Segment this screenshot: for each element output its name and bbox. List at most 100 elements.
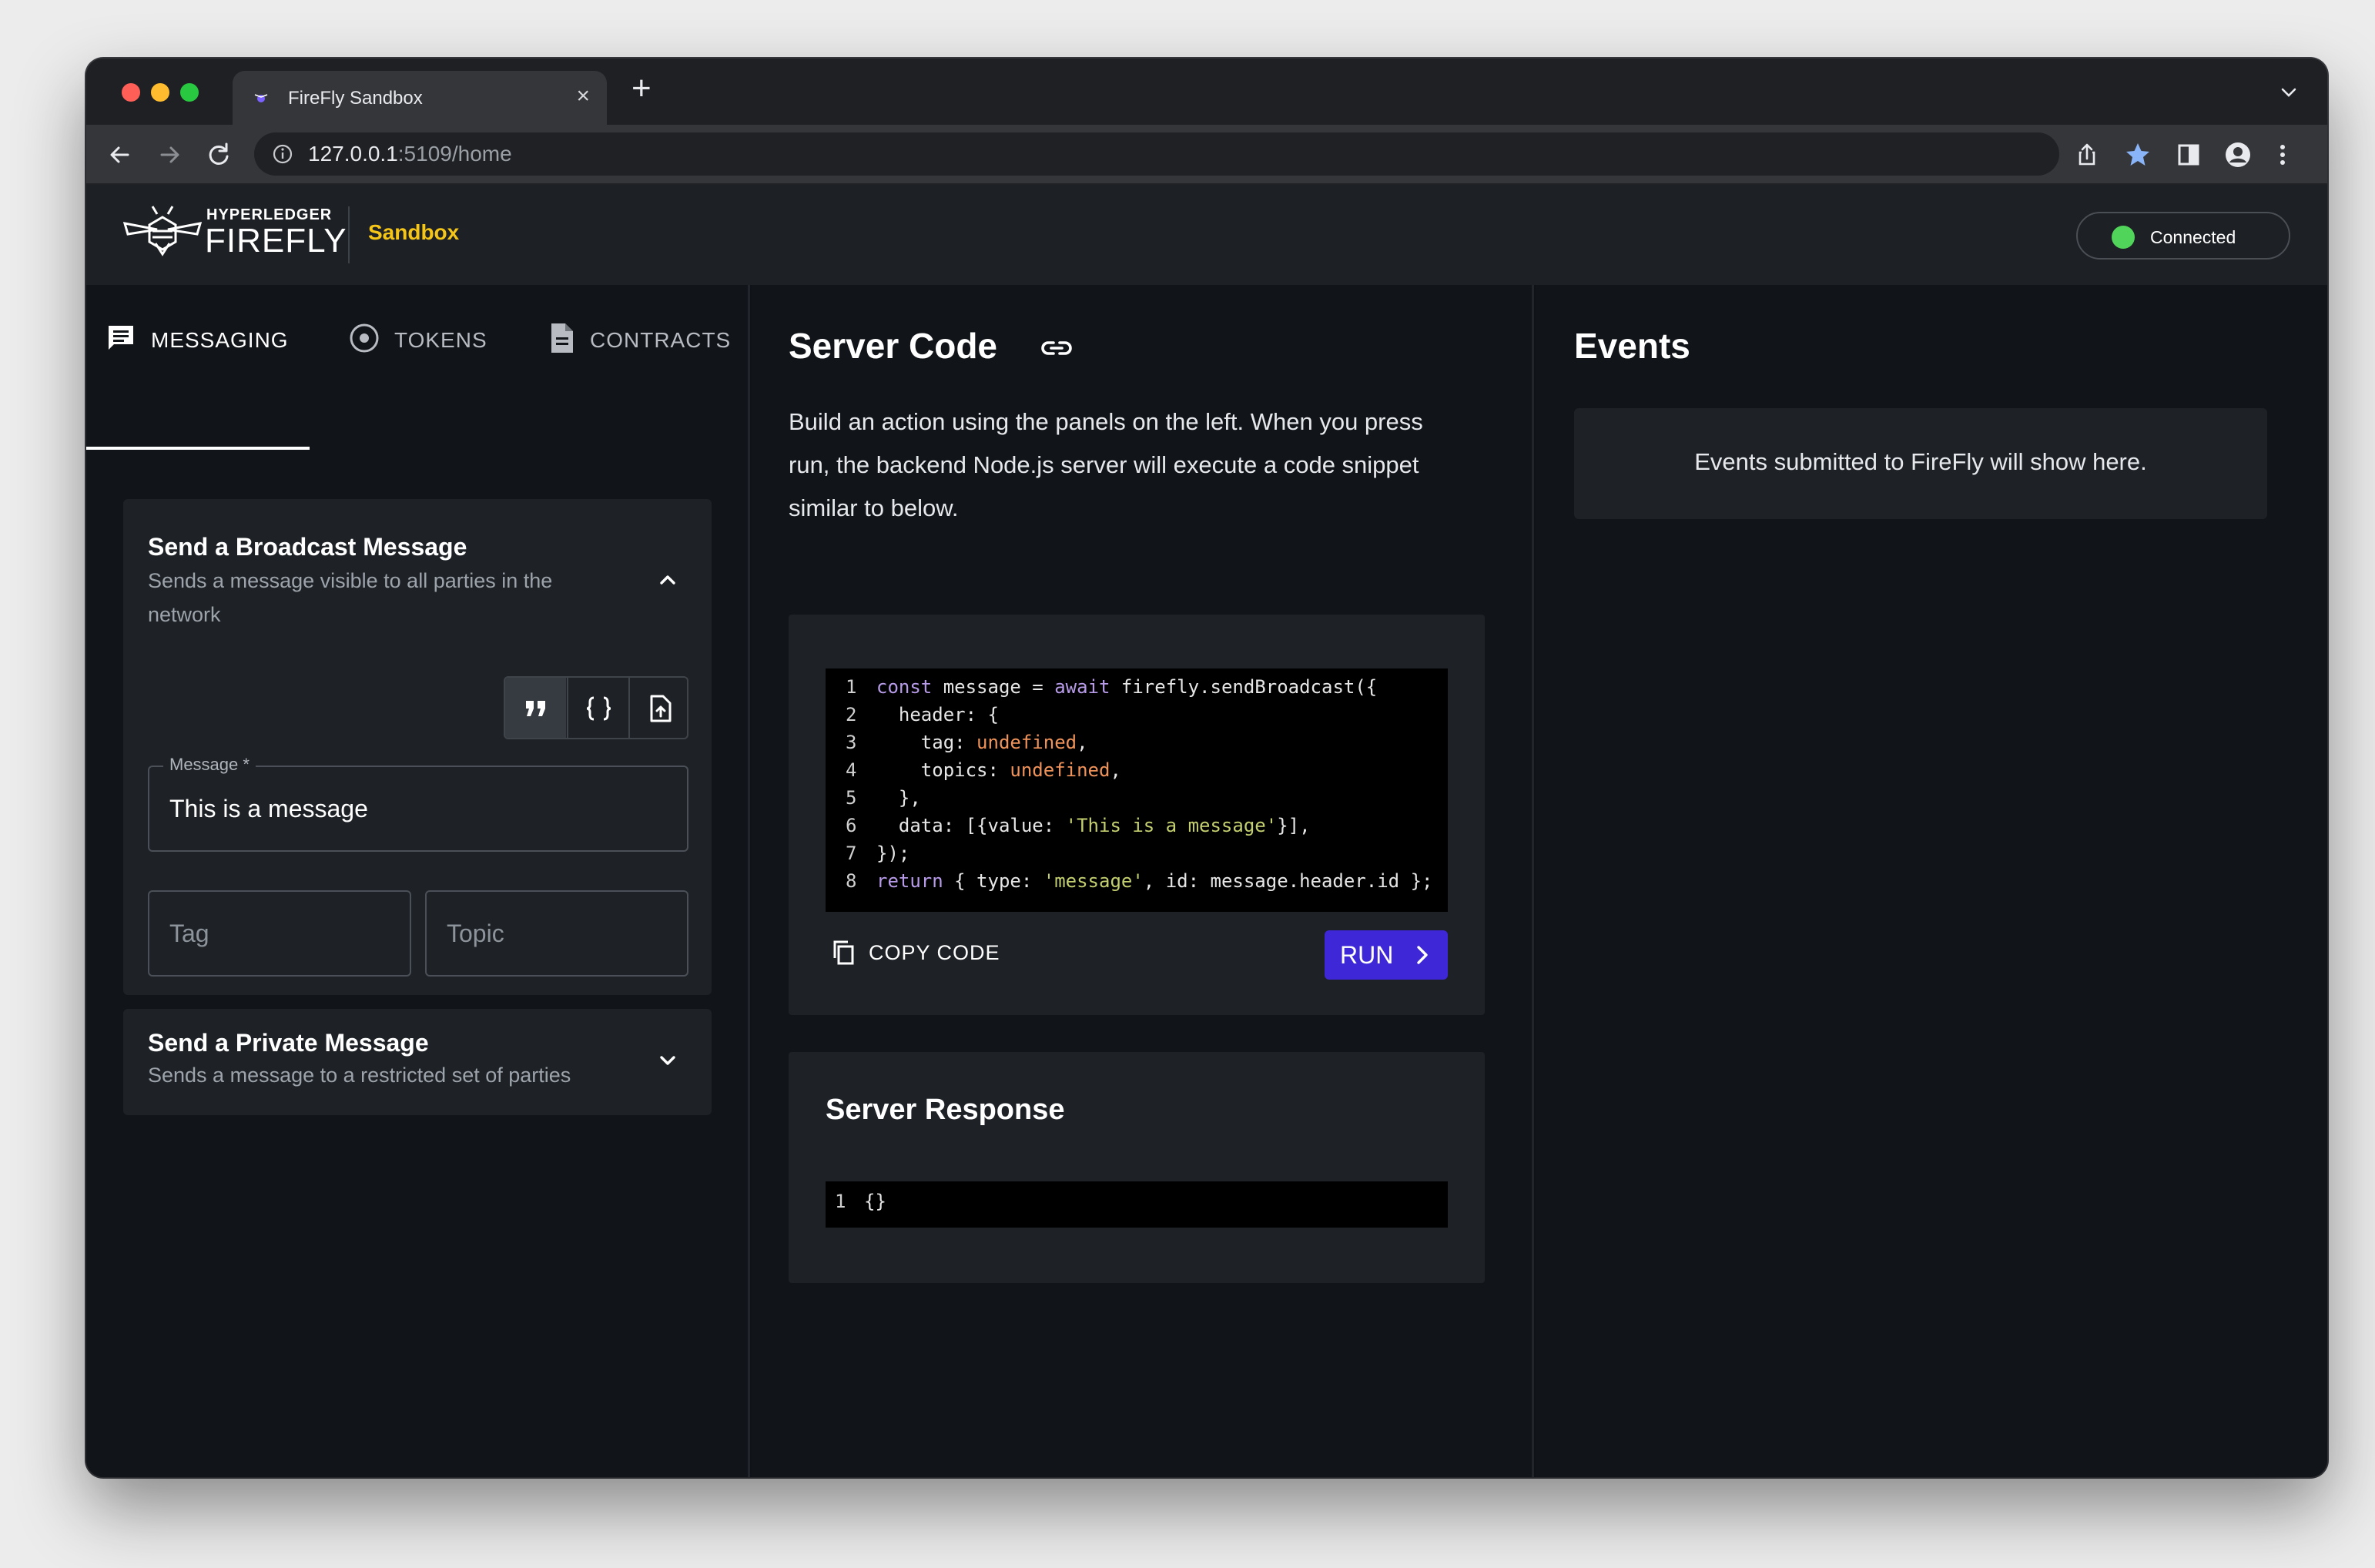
private-title: Send a Private Message: [148, 1029, 429, 1057]
tab-search-chevron-icon[interactable]: [2278, 82, 2300, 103]
document-icon: [551, 323, 573, 353]
reload-icon[interactable]: [203, 139, 234, 170]
close-window-button[interactable]: [122, 83, 140, 102]
line-number: 2: [846, 704, 857, 725]
private-message-card[interactable]: Send a Private Message Sends a message t…: [123, 1009, 712, 1115]
code-editor: 1 const message = await firefly.sendBroad…: [826, 668, 1448, 912]
description-line-1: Build an action using the panels on the …: [789, 408, 1423, 435]
topic-field[interactable]: Topic: [425, 890, 688, 977]
tag-placeholder: Tag: [169, 920, 209, 947]
browser-tab-strip: FireFly Sandbox × +: [86, 59, 2327, 125]
connected-indicator-icon: [2112, 226, 2135, 249]
maximize-window-button[interactable]: [180, 83, 199, 102]
tab-messaging[interactable]: MESSAGING: [105, 320, 313, 359]
address-bar[interactable]: 127.0.0.1:5109/home: [254, 132, 2059, 176]
site-info-icon[interactable]: [271, 142, 294, 166]
line-number: 1: [846, 676, 857, 698]
server-response-output: 1 {}: [826, 1181, 1448, 1228]
code-line: 2 header: {: [826, 704, 1448, 732]
server-code-description: Build an action using the panels on the …: [789, 400, 1497, 530]
connection-status-chip[interactable]: Connected: [2076, 212, 2290, 260]
side-panel-icon[interactable]: [2173, 139, 2204, 170]
line-number: 4: [846, 759, 857, 781]
code-text: },: [876, 787, 921, 809]
copy-icon: [833, 940, 854, 965]
message-field[interactable]: Message * This is a message: [148, 755, 688, 852]
code-line: 7});: [826, 843, 1448, 870]
server-response-title: Server Response: [826, 1094, 1065, 1126]
code-text: return { type: 'message', id: message.he…: [876, 870, 1433, 892]
file-upload-mode-button[interactable]: [628, 678, 687, 738]
chevron-down-icon[interactable]: [655, 1047, 681, 1074]
events-panel: Events Events submitted to FireFly will …: [1536, 285, 2327, 1477]
product-name: Sandbox: [368, 220, 460, 244]
code-text: topics: undefined,: [876, 759, 1121, 781]
browser-menu-icon[interactable]: [2267, 139, 2298, 170]
description-line-3: similar to below.: [789, 494, 959, 521]
main-content: MESSAGING TOKENS CONTRACTS Send a Broadc…: [86, 285, 2327, 1477]
profile-avatar-icon[interactable]: [2223, 139, 2253, 170]
app-header: HYPERLEDGER FIREFLY Sandbox Connected: [86, 185, 2327, 285]
tab-contracts-label: CONTRACTS: [590, 328, 732, 352]
json-mode-button[interactable]: [567, 678, 628, 738]
share-icon[interactable]: [2072, 139, 2102, 170]
code-text: header: {: [876, 704, 999, 725]
link-icon[interactable]: [1038, 330, 1075, 367]
events-title: Events: [1574, 326, 1690, 366]
code-line: 6 data: [{value: 'This is a message'}],: [826, 815, 1448, 843]
code-line: 8 return { type: 'message', id: message.h…: [826, 870, 1448, 898]
run-label: RUN: [1340, 941, 1394, 969]
forward-arrow-icon[interactable]: [154, 139, 185, 170]
private-subtitle: Sends a message to a restricted set of p…: [148, 1064, 571, 1087]
line-number: 8: [846, 870, 857, 892]
tag-field[interactable]: Tag: [148, 890, 411, 977]
brand-firefly: FIREFLY: [205, 222, 347, 260]
line-number: 5: [846, 787, 857, 809]
server-response-card: Server Response 1 {}: [789, 1052, 1485, 1283]
browser-toolbar: 127.0.0.1:5109/home: [86, 125, 2327, 185]
run-button[interactable]: RUN: [1325, 930, 1448, 980]
minimize-window-button[interactable]: [151, 83, 169, 102]
broadcast-subtitle-line2: network: [148, 603, 221, 626]
chevron-up-icon[interactable]: [655, 567, 681, 593]
browser-window: FireFly Sandbox × + 127.0.0.1:5109/home: [86, 59, 2327, 1477]
broadcast-subtitle-line1: Sends a message visible to all parties i…: [148, 569, 553, 592]
tab-tokens-label: TOKENS: [394, 328, 487, 352]
tab-contracts[interactable]: CONTRACTS: [545, 320, 738, 359]
firefly-logo-icon[interactable]: [122, 203, 203, 268]
message-field-label: Message *: [163, 755, 256, 775]
browser-tab-active[interactable]: FireFly Sandbox ×: [233, 71, 607, 125]
quote-icon: [526, 701, 545, 716]
url-host: 127.0.0.1: [308, 142, 398, 166]
close-tab-icon[interactable]: ×: [576, 83, 590, 109]
file-upload-icon: [650, 695, 672, 722]
chevron-right-icon: [1417, 946, 1428, 964]
message-icon: [109, 326, 133, 350]
line-number: 7: [846, 843, 857, 864]
token-icon: [350, 323, 379, 353]
copy-code-button[interactable]: COPY CODE: [829, 938, 1000, 973]
tab-tokens[interactable]: TOKENS: [348, 320, 518, 359]
message-input-value[interactable]: This is a message: [169, 795, 368, 823]
firefly-favicon-icon: [254, 94, 268, 102]
text-mode-button[interactable]: [505, 678, 566, 738]
code-text: data: [{value: 'This is a message'}],: [876, 815, 1311, 836]
broadcast-message-card: Send a Broadcast Message Sends a message…: [123, 499, 712, 995]
line-number: 6: [846, 815, 857, 836]
input-mode-toggle-group: [504, 676, 688, 739]
connection-status-label: Connected: [2150, 227, 2236, 247]
back-arrow-icon[interactable]: [105, 139, 136, 170]
code-line: 1 {}: [826, 1191, 1448, 1218]
curly-braces-icon: [586, 696, 611, 721]
code-line: 5 },: [826, 787, 1448, 815]
brand-divider: [348, 206, 350, 263]
topic-placeholder: Topic: [447, 920, 504, 947]
browser-tab-title: FireFly Sandbox: [288, 88, 423, 109]
line-number: 1: [835, 1191, 846, 1212]
code-line: 1 const message = await firefly.sendBroad…: [826, 676, 1448, 704]
bookmark-star-icon[interactable]: [2122, 139, 2153, 170]
events-empty-message: Events submitted to FireFly will show he…: [1694, 448, 2147, 475]
left-panel: MESSAGING TOKENS CONTRACTS Send a Broadc…: [86, 285, 750, 1477]
copy-code-label: COPY CODE: [869, 941, 1000, 964]
new-tab-icon[interactable]: +: [631, 69, 652, 108]
